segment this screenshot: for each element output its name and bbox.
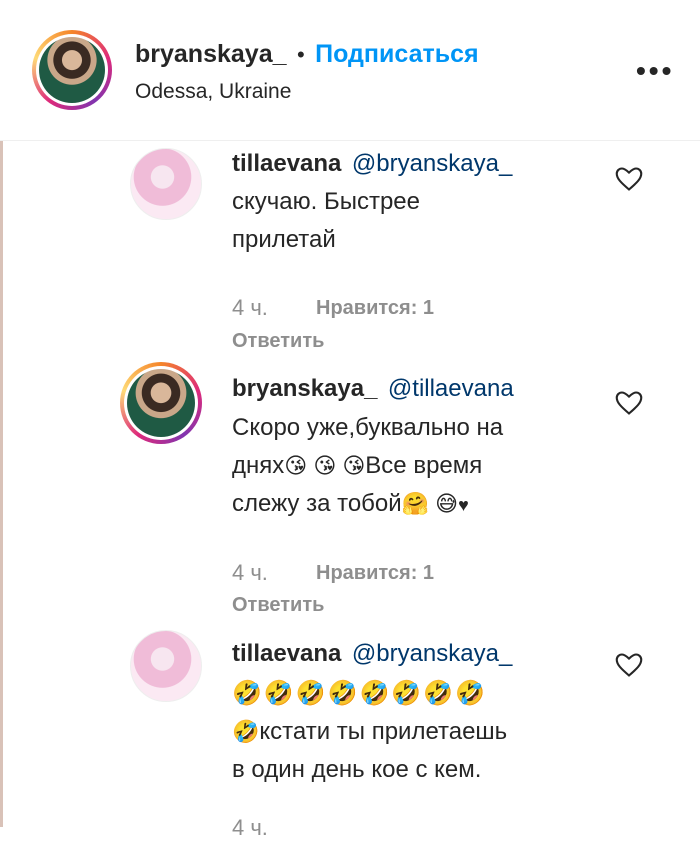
comment-time[interactable]: 4 ч. [232, 815, 268, 841]
author-username[interactable]: bryanskaya_ [135, 40, 287, 68]
comment-username[interactable]: tillaevana [232, 150, 341, 177]
comment-text-fragment: Все время [365, 452, 483, 479]
comment-mention[interactable]: @bryanskaya_ [352, 150, 512, 177]
like-heart-icon[interactable] [615, 652, 643, 678]
comment-avatar[interactable] [130, 148, 202, 220]
comment-likes[interactable]: Нравится: 1 [316, 562, 434, 585]
comment-header: tillaevana @bryanskaya_ [232, 150, 512, 178]
comment-text-line: слежу за тобой🤗 😅♥ [232, 486, 469, 523]
comment-username[interactable]: bryanskaya_ [232, 375, 377, 402]
left-edge-strip [0, 140, 3, 827]
comment-username[interactable]: tillaevana [232, 640, 341, 667]
comment-avatar[interactable] [120, 362, 202, 444]
follow-button[interactable]: Подписаться [315, 40, 478, 68]
comment-text-line: скучаю. Быстрее [232, 188, 420, 215]
comment-likes[interactable]: Нравится: 1 [316, 297, 434, 320]
comment-time[interactable]: 4 ч. [232, 560, 268, 586]
reply-button[interactable]: Ответить [232, 594, 324, 617]
comment-mention[interactable]: @tillaevana [388, 375, 514, 402]
hug-emoji-icon: 🤗 😅 [401, 491, 459, 516]
reply-button[interactable]: Ответить [232, 330, 324, 353]
comment-text-line: днях😘 😘 😘Все время [232, 448, 482, 484]
comment-header: bryanskaya_ @tillaevana [232, 375, 514, 403]
more-horizontal-icon[interactable]: ••• [636, 55, 674, 87]
kiss-emoji-icon: 😘 😘 😘 [284, 453, 366, 478]
header-title-row: bryanskaya_ • Подписаться [135, 40, 479, 69]
location-link[interactable]: Odessa, Ukraine [135, 80, 291, 104]
like-heart-icon[interactable] [615, 390, 643, 416]
comment-time[interactable]: 4 ч. [232, 295, 268, 321]
heart-glyph-icon: ♥ [458, 495, 469, 515]
author-avatar[interactable] [32, 30, 112, 110]
laughing-emoji-row-icon: 🤣🤣🤣🤣🤣🤣🤣🤣 [232, 680, 488, 707]
comment-text-line: в один день кое с кем. [232, 756, 482, 783]
separator-dot: • [296, 42, 305, 67]
comment-text-fragment: слежу за тобой [232, 490, 402, 517]
post-header: bryanskaya_ • Подписаться Odessa, Ukrain… [0, 0, 700, 141]
laughing-emoji-icon: 🤣 [232, 719, 260, 744]
comment-header: tillaevana @bryanskaya_ [232, 640, 512, 668]
comment-mention[interactable]: @bryanskaya_ [352, 640, 512, 667]
comment-text-line: 🤣кстати ты прилетаешь [232, 714, 507, 750]
comment-text-line: Скоро уже,буквально на [232, 414, 504, 441]
comment-text-line: прилетай [232, 226, 336, 253]
comment-avatar[interactable] [130, 630, 202, 702]
comment-text-fragment: днях [232, 452, 285, 479]
comment-text-fragment: кстати ты прилетаешь [259, 718, 508, 745]
like-heart-icon[interactable] [615, 166, 643, 192]
